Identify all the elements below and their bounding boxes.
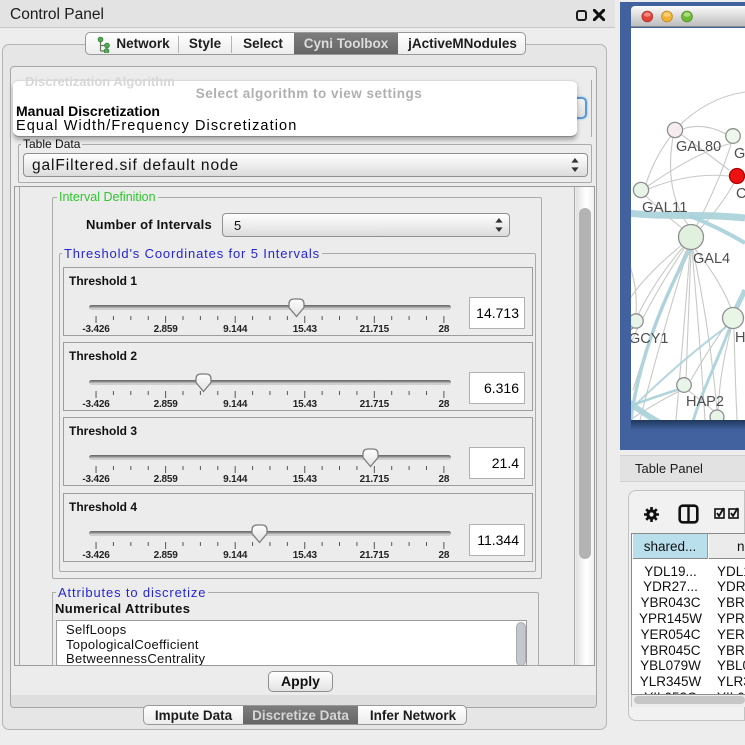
svg-text:GA: GA <box>734 146 745 162</box>
svg-text:GAL80: GAL80 <box>676 139 721 155</box>
svg-text:H: H <box>735 330 745 346</box>
svg-text:CY: CY <box>736 186 745 202</box>
svg-text:GAL11: GAL11 <box>642 199 688 216</box>
svg-text:GCY1: GCY1 <box>631 331 669 347</box>
svg-text:HAP2: HAP2 <box>686 394 724 410</box>
svg-text:GAL4: GAL4 <box>693 251 730 267</box>
